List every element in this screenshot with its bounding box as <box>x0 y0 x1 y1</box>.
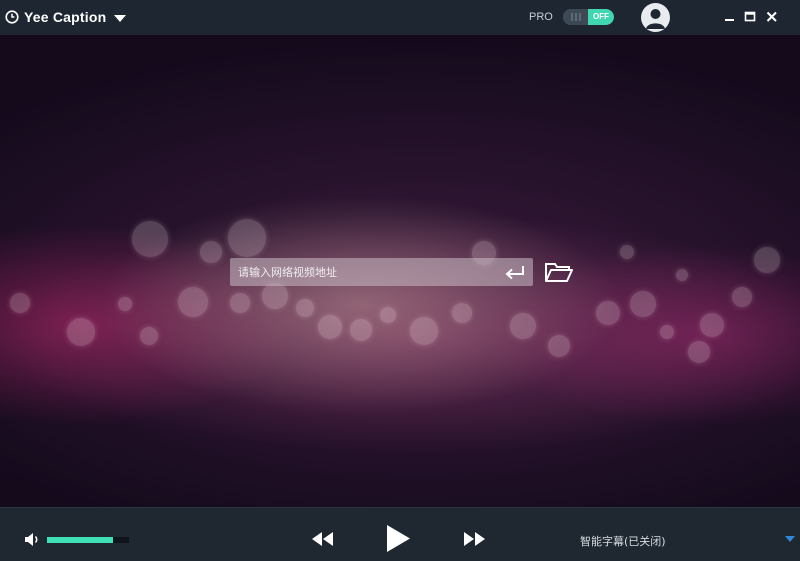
play-icon[interactable] <box>385 524 411 553</box>
bokeh-light <box>630 291 656 317</box>
caret-down-icon[interactable] <box>784 535 796 543</box>
bokeh-light <box>596 301 620 325</box>
volume-level-fill <box>47 537 113 543</box>
bokeh-light <box>140 327 158 345</box>
bokeh-light <box>67 318 95 346</box>
app-title: Yee Caption <box>24 9 107 25</box>
clock-logo-icon <box>5 10 19 24</box>
bokeh-light <box>676 269 688 281</box>
bokeh-light <box>660 325 674 339</box>
bokeh-light <box>178 287 208 317</box>
title-bar: Yee Caption PRO OFF <box>0 0 800 35</box>
bokeh-light <box>410 317 438 345</box>
avatar-silhouette <box>646 9 665 29</box>
bokeh-light <box>228 219 266 257</box>
bokeh-light <box>688 341 710 363</box>
video-area[interactable] <box>0 35 800 507</box>
bokeh-light <box>200 241 222 263</box>
bokeh-light <box>754 247 780 273</box>
volume-icon[interactable] <box>24 532 41 547</box>
url-input-box <box>230 258 533 286</box>
bokeh-light <box>262 283 288 309</box>
bokeh-light <box>318 315 342 339</box>
enter-return-icon[interactable] <box>504 264 526 280</box>
bokeh-light <box>296 299 314 317</box>
player-control-bar: 智能字幕(已关闭) <box>0 507 800 561</box>
bokeh-light <box>700 313 724 337</box>
bokeh-light <box>380 307 396 323</box>
volume-slider[interactable] <box>47 537 129 543</box>
bokeh-light <box>132 221 168 257</box>
caret-down-icon[interactable] <box>113 14 127 23</box>
bokeh-light <box>350 319 372 341</box>
bokeh-light <box>620 245 634 259</box>
bokeh-light <box>452 303 472 323</box>
folder-open-icon[interactable] <box>544 261 574 283</box>
bokeh-light <box>732 287 752 307</box>
pro-label: PRO <box>529 11 553 23</box>
minimize-icon[interactable] <box>722 9 738 25</box>
video-url-input[interactable] <box>238 258 498 286</box>
bokeh-light <box>510 313 536 339</box>
fast-forward-icon[interactable] <box>463 531 486 547</box>
rewind-icon[interactable] <box>311 531 334 547</box>
maximize-icon[interactable] <box>742 9 758 25</box>
close-icon[interactable] <box>764 9 780 25</box>
bokeh-light <box>118 297 132 311</box>
bokeh-light <box>230 293 250 313</box>
bokeh-light <box>548 335 570 357</box>
pro-toggle[interactable]: OFF <box>563 9 614 25</box>
bokeh-light <box>10 293 30 313</box>
toggle-state-text: OFF <box>588 9 614 25</box>
smart-subtitle-status[interactable]: 智能字幕(已关闭) <box>580 533 666 549</box>
user-avatar-icon[interactable] <box>641 3 670 32</box>
toggle-knob <box>563 9 589 25</box>
